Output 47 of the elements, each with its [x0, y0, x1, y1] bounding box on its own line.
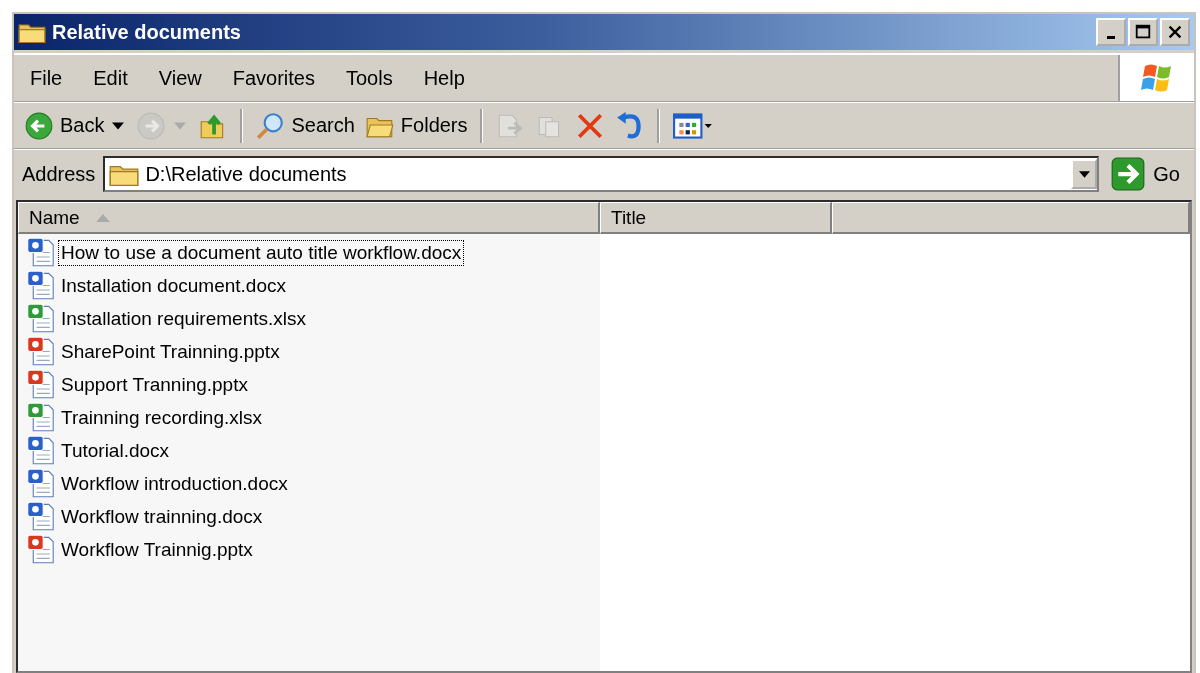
file-name[interactable]: Tutorial.docx [58, 437, 173, 464]
file-name[interactable]: Workflow introduction.docx [58, 470, 291, 497]
caret-icon [1078, 170, 1090, 178]
views-icon [671, 110, 714, 141]
address-label: Address [22, 162, 96, 186]
folders-button[interactable]: Folders [360, 108, 472, 143]
powerpoint-file-icon [26, 369, 56, 400]
word-file-icon [26, 270, 56, 301]
menu-item[interactable]: View [158, 66, 202, 90]
file-name[interactable]: SharePoint Trainning.pptx [58, 338, 283, 365]
close-button[interactable] [1160, 18, 1190, 46]
sort-ascending-icon [95, 213, 110, 222]
column-header[interactable]: Title [600, 202, 832, 234]
close-icon [1166, 23, 1184, 41]
minimize-button[interactable] [1096, 18, 1126, 46]
menu-item[interactable]: File [30, 66, 63, 90]
go-button[interactable]: Go [1107, 157, 1194, 191]
menu-item[interactable]: Tools [345, 66, 393, 90]
excel-file-icon [26, 303, 56, 334]
menu-item[interactable]: Edit [93, 66, 128, 90]
powerpoint-file-icon [26, 336, 56, 367]
word-file-icon [26, 237, 56, 268]
powerpoint-file-icon [26, 534, 56, 565]
column-header[interactable] [832, 202, 1190, 234]
word-file-icon [26, 501, 56, 532]
minimize-icon [1107, 35, 1115, 39]
file-name[interactable]: Workflow trainning.docx [58, 503, 266, 530]
search-icon [255, 110, 286, 141]
excel-file-icon [26, 402, 56, 433]
file-name[interactable]: Support Tranning.pptx [58, 371, 251, 398]
file-name[interactable]: How to use a document auto title workflow.docx [58, 239, 465, 266]
file-name[interactable]: Installation document.docx [58, 272, 289, 299]
maximize-icon [1134, 23, 1152, 41]
address-field[interactable]: D:\Relative documents [103, 156, 1100, 192]
search-button[interactable]: Search [251, 108, 359, 143]
file-name[interactable]: Installation requirements.xlsx [58, 305, 309, 332]
menu-item[interactable]: Favorites [232, 66, 315, 90]
word-file-icon [26, 468, 56, 499]
address-dropdown-button[interactable] [1071, 159, 1098, 189]
back-button[interactable]: Back [20, 108, 109, 143]
word-file-icon [26, 435, 56, 466]
maximize-button[interactable] [1128, 18, 1158, 46]
file-name[interactable]: Workflow Trainnig.pptx [58, 536, 256, 563]
file-name[interactable]: Trainning recording.xlsx [58, 404, 265, 431]
menu-item[interactable]: Help [423, 66, 465, 90]
dropdown-caret-icon[interactable] [112, 121, 125, 130]
window-title: Relative documents [52, 20, 242, 44]
